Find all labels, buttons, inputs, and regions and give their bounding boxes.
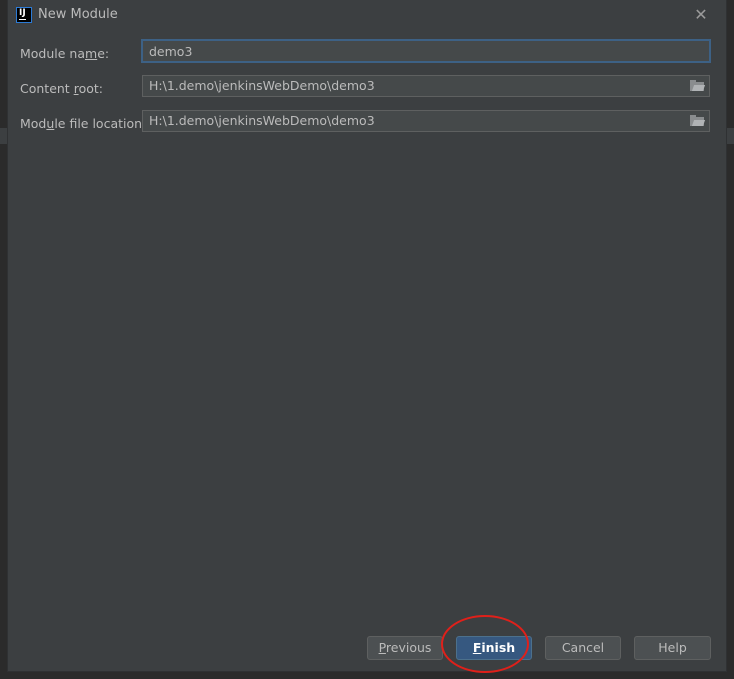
dialog-title: New Module (38, 7, 118, 22)
module-file-location-label: Module file location: (20, 116, 147, 131)
close-icon[interactable]: ✕ (690, 4, 712, 26)
dialog-titlebar: IJ New Module ✕ (8, 0, 726, 30)
backdrop-strip-right (726, 128, 734, 144)
content-root-label: Content root: (20, 81, 103, 96)
folder-icon[interactable] (690, 80, 706, 91)
module-name-label: Module name: (20, 46, 110, 61)
folder-icon[interactable] (690, 115, 706, 126)
cancel-button[interactable]: Cancel (545, 636, 621, 660)
finish-button[interactable]: Finish (456, 636, 532, 660)
module-file-location-value: H:\1.demo\jenkinsWebDemo\demo3 (149, 113, 375, 128)
help-button[interactable]: Help (634, 636, 711, 660)
content-root-field[interactable]: H:\1.demo\jenkinsWebDemo\demo3 (142, 75, 710, 97)
module-name-input[interactable] (142, 40, 710, 62)
previous-button[interactable]: Previous (367, 636, 443, 660)
module-file-location-field[interactable]: H:\1.demo\jenkinsWebDemo\demo3 (142, 110, 710, 132)
new-module-dialog: IJ New Module ✕ Module name: Content roo… (8, 0, 726, 671)
content-root-value: H:\1.demo\jenkinsWebDemo\demo3 (149, 78, 375, 93)
intellij-idea-icon: IJ (16, 7, 32, 23)
